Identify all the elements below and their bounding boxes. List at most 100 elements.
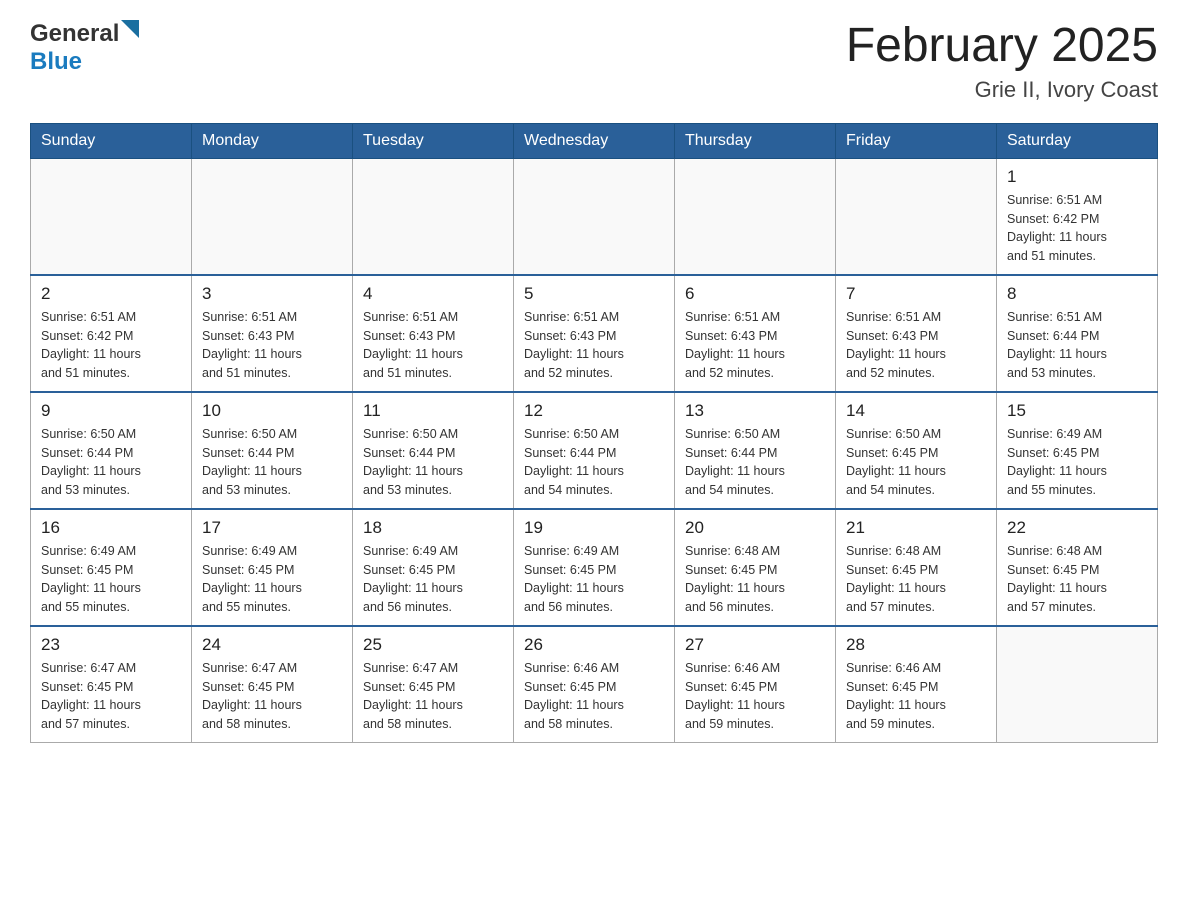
day-number: 20: [685, 518, 825, 538]
calendar-cell: 4Sunrise: 6:51 AM Sunset: 6:43 PM Daylig…: [353, 275, 514, 392]
calendar-cell: 16Sunrise: 6:49 AM Sunset: 6:45 PM Dayli…: [31, 509, 192, 626]
logo-arrow-icon: [121, 20, 143, 42]
calendar-cell: [836, 158, 997, 275]
month-year-title: February 2025: [846, 20, 1158, 73]
calendar-cell: 26 Sunrise: 6:46 AM Sunset: 6:45 PM Dayli…: [514, 626, 675, 743]
day-number: 1: [1007, 167, 1147, 187]
day-info: Sunrise: 6:51 AM Sunset: 6:43 PM Dayligh…: [685, 308, 825, 383]
day-info: Sunrise: 6:49 AM Sunset: 6:45 PM Dayligh…: [1007, 425, 1147, 500]
logo: General Blue: [30, 20, 143, 76]
day-info: Sunrise: 6:50 AM Sunset: 6:44 PM Dayligh…: [363, 425, 503, 500]
title-block: February 2025 Grie II, Ivory Coast: [846, 20, 1158, 103]
calendar-cell: [675, 158, 836, 275]
weekday-header-row: Sunday Monday Tuesday Wednesday Thursday…: [31, 123, 1158, 158]
day-number: 21: [846, 518, 986, 538]
day-info: Sunrise: 6:49 AM Sunset: 6:45 PM Dayligh…: [524, 542, 664, 617]
calendar-cell: [514, 158, 675, 275]
calendar-cell: 13 Sunrise: 6:50 AM Sunset: 6:44 PM Dayli…: [675, 392, 836, 509]
calendar-cell: 28 Sunrise: 6:46 AM Sunset: 6:45 PM Dayli…: [836, 626, 997, 743]
day-info: Sunrise: 6:51 AM Sunset: 6:42 PM Dayligh…: [41, 308, 181, 383]
calendar-cell: 8 Sunrise: 6:51 AM Sunset: 6:44 PM Daylig…: [997, 275, 1158, 392]
week-row-3: 9 Sunrise: 6:50 AM Sunset: 6:44 PM Daylig…: [31, 392, 1158, 509]
day-info: Sunrise: 6:47 AM Sunset: 6:45 PM Dayligh…: [41, 659, 181, 734]
header-wednesday: Wednesday: [514, 123, 675, 158]
calendar-cell: 24 Sunrise: 6:47 AM Sunset: 6:45 PM Dayli…: [192, 626, 353, 743]
header-tuesday: Tuesday: [353, 123, 514, 158]
calendar-cell: 17Sunrise: 6:49 AM Sunset: 6:45 PM Dayli…: [192, 509, 353, 626]
week-row-5: 23 Sunrise: 6:47 AM Sunset: 6:45 PM Dayli…: [31, 626, 1158, 743]
day-info: Sunrise: 6:51 AM Sunset: 6:42 PM Dayligh…: [1007, 191, 1147, 266]
day-number: 8: [1007, 284, 1147, 304]
day-number: 5: [524, 284, 664, 304]
day-number: 25: [363, 635, 503, 655]
day-number: 6: [685, 284, 825, 304]
logo-blue-text: Blue: [30, 48, 82, 75]
day-number: 23: [41, 635, 181, 655]
calendar-cell: 18 Sunrise: 6:49 AM Sunset: 6:45 PM Dayli…: [353, 509, 514, 626]
day-info: Sunrise: 6:50 AM Sunset: 6:45 PM Dayligh…: [846, 425, 986, 500]
day-info: Sunrise: 6:50 AM Sunset: 6:44 PM Dayligh…: [202, 425, 342, 500]
day-number: 14: [846, 401, 986, 421]
day-number: 22: [1007, 518, 1147, 538]
calendar-cell: 23 Sunrise: 6:47 AM Sunset: 6:45 PM Dayli…: [31, 626, 192, 743]
day-info: Sunrise: 6:48 AM Sunset: 6:45 PM Dayligh…: [846, 542, 986, 617]
calendar-cell: [31, 158, 192, 275]
calendar-cell: 25 Sunrise: 6:47 AM Sunset: 6:45 PM Dayli…: [353, 626, 514, 743]
day-info: Sunrise: 6:50 AM Sunset: 6:44 PM Dayligh…: [41, 425, 181, 500]
day-number: 9: [41, 401, 181, 421]
calendar-cell: 9 Sunrise: 6:50 AM Sunset: 6:44 PM Daylig…: [31, 392, 192, 509]
calendar-cell: 3Sunrise: 6:51 AM Sunset: 6:43 PM Daylig…: [192, 275, 353, 392]
location-subtitle: Grie II, Ivory Coast: [846, 77, 1158, 103]
week-row-2: 2 Sunrise: 6:51 AM Sunset: 6:42 PM Daylig…: [31, 275, 1158, 392]
day-info: Sunrise: 6:50 AM Sunset: 6:44 PM Dayligh…: [524, 425, 664, 500]
calendar-cell: 7Sunrise: 6:51 AM Sunset: 6:43 PM Daylig…: [836, 275, 997, 392]
day-info: Sunrise: 6:48 AM Sunset: 6:45 PM Dayligh…: [685, 542, 825, 617]
day-number: 26: [524, 635, 664, 655]
header-sunday: Sunday: [31, 123, 192, 158]
calendar-cell: 10 Sunrise: 6:50 AM Sunset: 6:44 PM Dayli…: [192, 392, 353, 509]
day-info: Sunrise: 6:46 AM Sunset: 6:45 PM Dayligh…: [524, 659, 664, 734]
calendar-cell: 1 Sunrise: 6:51 AM Sunset: 6:42 PM Daylig…: [997, 158, 1158, 275]
calendar-cell: 19 Sunrise: 6:49 AM Sunset: 6:45 PM Dayli…: [514, 509, 675, 626]
header-monday: Monday: [192, 123, 353, 158]
day-number: 11: [363, 401, 503, 421]
day-number: 13: [685, 401, 825, 421]
calendar-cell: 15 Sunrise: 6:49 AM Sunset: 6:45 PM Dayli…: [997, 392, 1158, 509]
week-row-1: 1 Sunrise: 6:51 AM Sunset: 6:42 PM Daylig…: [31, 158, 1158, 275]
day-info: Sunrise: 6:51 AM Sunset: 6:44 PM Dayligh…: [1007, 308, 1147, 383]
day-number: 18: [363, 518, 503, 538]
week-row-4: 16 Sunrise: 6:49 AM Sunset: 6:45 PM Dayli…: [31, 509, 1158, 626]
calendar-cell: 11 Sunrise: 6:50 AM Sunset: 6:44 PM Dayli…: [353, 392, 514, 509]
day-number: 15: [1007, 401, 1147, 421]
day-number: 10: [202, 401, 342, 421]
day-number: 24: [202, 635, 342, 655]
day-info: Sunrise: 6:51 AM Sunset: 6:43 PM Dayligh…: [524, 308, 664, 383]
day-info: Sunrise: 6:46 AM Sunset: 6:45 PM Dayligh…: [685, 659, 825, 734]
calendar-cell: 5 Sunrise: 6:51 AM Sunset: 6:43 PM Daylig…: [514, 275, 675, 392]
header-thursday: Thursday: [675, 123, 836, 158]
day-info: Sunrise: 6:46 AM Sunset: 6:45 PM Dayligh…: [846, 659, 986, 734]
calendar-cell: [353, 158, 514, 275]
day-info: Sunrise: 6:49 AM Sunset: 6:45 PM Dayligh…: [202, 542, 342, 617]
day-info: Sunrise: 6:47 AM Sunset: 6:45 PM Dayligh…: [363, 659, 503, 734]
calendar-cell: 12 Sunrise: 6:50 AM Sunset: 6:44 PM Dayli…: [514, 392, 675, 509]
calendar-cell: 14 Sunrise: 6:50 AM Sunset: 6:45 PM Dayli…: [836, 392, 997, 509]
day-number: 2: [41, 284, 181, 304]
calendar-table: Sunday Monday Tuesday Wednesday Thursday…: [30, 123, 1158, 743]
day-number: 4: [363, 284, 503, 304]
day-info: Sunrise: 6:47 AM Sunset: 6:45 PM Dayligh…: [202, 659, 342, 734]
calendar-cell: 27Sunrise: 6:46 AM Sunset: 6:45 PM Dayli…: [675, 626, 836, 743]
day-number: 19: [524, 518, 664, 538]
day-number: 28: [846, 635, 986, 655]
logo-general-text: General: [30, 20, 119, 48]
header-saturday: Saturday: [997, 123, 1158, 158]
day-info: Sunrise: 6:50 AM Sunset: 6:44 PM Dayligh…: [685, 425, 825, 500]
calendar-cell: [997, 626, 1158, 743]
calendar-cell: 21 Sunrise: 6:48 AM Sunset: 6:45 PM Dayli…: [836, 509, 997, 626]
day-number: 12: [524, 401, 664, 421]
calendar-cell: 20 Sunrise: 6:48 AM Sunset: 6:45 PM Dayli…: [675, 509, 836, 626]
calendar-cell: 6 Sunrise: 6:51 AM Sunset: 6:43 PM Daylig…: [675, 275, 836, 392]
day-info: Sunrise: 6:49 AM Sunset: 6:45 PM Dayligh…: [363, 542, 503, 617]
header-friday: Friday: [836, 123, 997, 158]
day-number: 16: [41, 518, 181, 538]
